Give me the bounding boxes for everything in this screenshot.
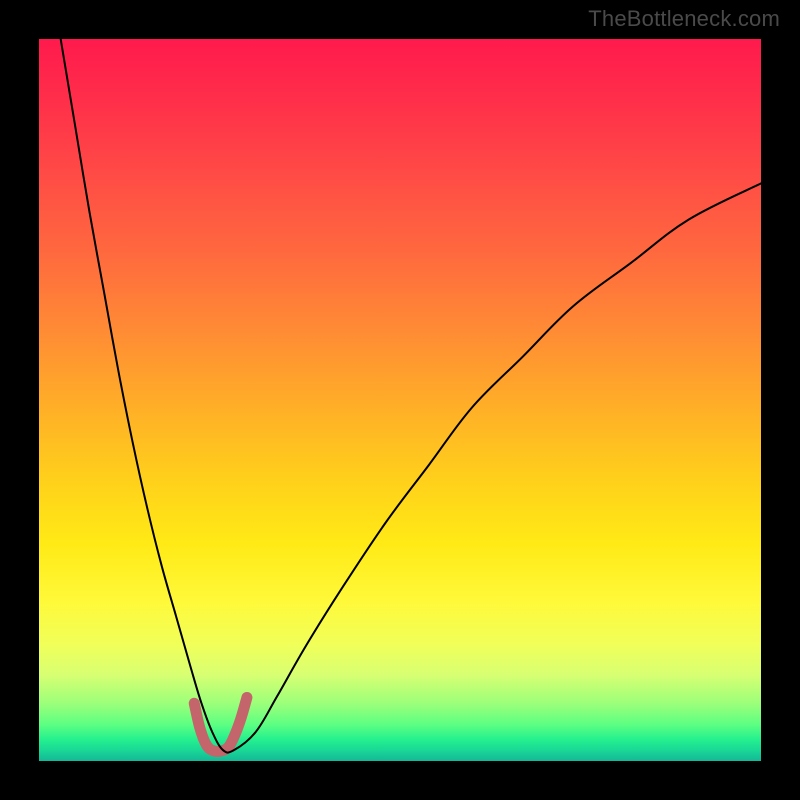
chart-container: TheBottleneck.com: [0, 0, 800, 800]
plot-area: [39, 39, 761, 761]
curves-svg: [39, 39, 761, 761]
bottleneck-curve: [61, 39, 761, 753]
watermark-text: TheBottleneck.com: [588, 6, 780, 32]
